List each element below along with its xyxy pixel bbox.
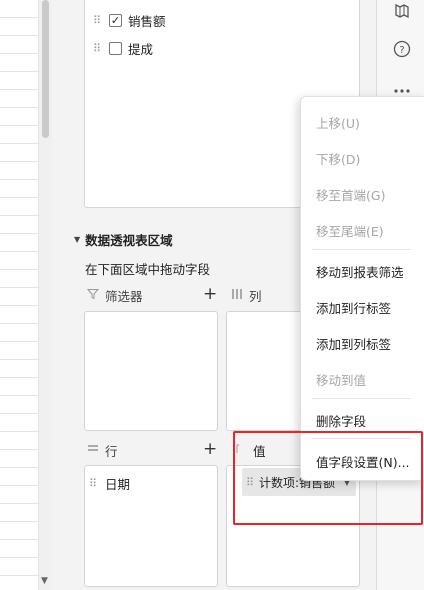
map-icon[interactable] [393, 2, 411, 20]
menu-move-down: 下移(D) [316, 152, 361, 167]
menu-move-to-report-filter[interactable]: 移动到报表筛选 [316, 262, 404, 281]
svg-text:?: ? [399, 45, 404, 56]
vertical-scrollbar[interactable]: ▼ [38, 0, 52, 590]
drag-handle-icon[interactable]: ⠿ [246, 476, 256, 489]
drag-handle-icon[interactable]: ⠿ [89, 477, 99, 490]
columns-icon [231, 288, 249, 303]
row-area-header: 行 [87, 440, 118, 460]
menu-move-to-start: 移至首端(G) [316, 188, 386, 203]
add-filter-button[interactable]: + [203, 286, 217, 303]
menu-add-to-column-labels[interactable]: 添加到列标签 [316, 334, 391, 353]
pivot-area-title: 数据透视表区域 [85, 233, 173, 248]
field-checkbox-commission[interactable] [109, 41, 122, 55]
field-checkbox-sales[interactable]: ✓ [109, 13, 122, 27]
row-field-date[interactable]: ⠿ 日期 [89, 474, 130, 493]
row-area-label: 行 [105, 443, 118, 459]
field-item-sales[interactable]: ⠿ ✓ 销售额 [93, 10, 166, 30]
menu-remove-field[interactable]: 删除字段 [316, 411, 366, 430]
menu-move-to-values: 移动到值 [316, 373, 367, 388]
add-row-button[interactable]: + [203, 441, 217, 458]
menu-value-field-settings[interactable]: 值字段设置(N)... [316, 452, 410, 471]
menu-move-up: 上移(U) [316, 116, 360, 131]
filter-icon [86, 288, 105, 303]
drag-handle-icon[interactable]: ⠿ [93, 14, 103, 27]
menu-move-to-end: 移至尾端(E) [316, 224, 384, 239]
field-label: 提成 [128, 41, 154, 57]
scroll-down-arrow-icon[interactable]: ▼ [41, 576, 48, 586]
sum-icon [235, 443, 253, 458]
help-icon[interactable]: ? [393, 40, 411, 58]
value-area-label: 值 [253, 443, 266, 459]
drag-hint: 在下面区域中拖动字段 [85, 262, 211, 277]
filter-area-header: 筛选器 [86, 285, 143, 305]
rows-icon [87, 443, 105, 458]
menu-separator [313, 398, 411, 399]
filter-drop-zone[interactable] [84, 311, 218, 431]
menu-add-to-row-labels[interactable]: 添加到行标签 [316, 298, 391, 317]
menu-separator [313, 249, 411, 250]
collapse-triangle-icon[interactable]: ▼ [74, 235, 80, 244]
spreadsheet-grid[interactable] [0, 0, 38, 590]
column-area-label: 列 [249, 288, 262, 304]
field-item-commission[interactable]: ⠿ 提成 [93, 38, 153, 58]
row-field-label: 日期 [105, 477, 131, 492]
column-area-header: 列 [231, 285, 262, 305]
scrollbar-thumb[interactable] [42, 0, 49, 138]
filter-area-label: 筛选器 [105, 288, 143, 304]
field-label: 销售额 [128, 13, 166, 29]
pivot-area-header[interactable]: ▼ 数据透视表区域 [74, 230, 173, 249]
context-menu: 上移(U) 下移(D) 移至首端(G) 移至尾端(E) 移动到报表筛选 添加到行… [300, 96, 424, 481]
drag-handle-icon[interactable]: ⠿ [93, 42, 103, 55]
menu-separator [313, 438, 411, 439]
value-area-header: 值 [235, 440, 266, 460]
